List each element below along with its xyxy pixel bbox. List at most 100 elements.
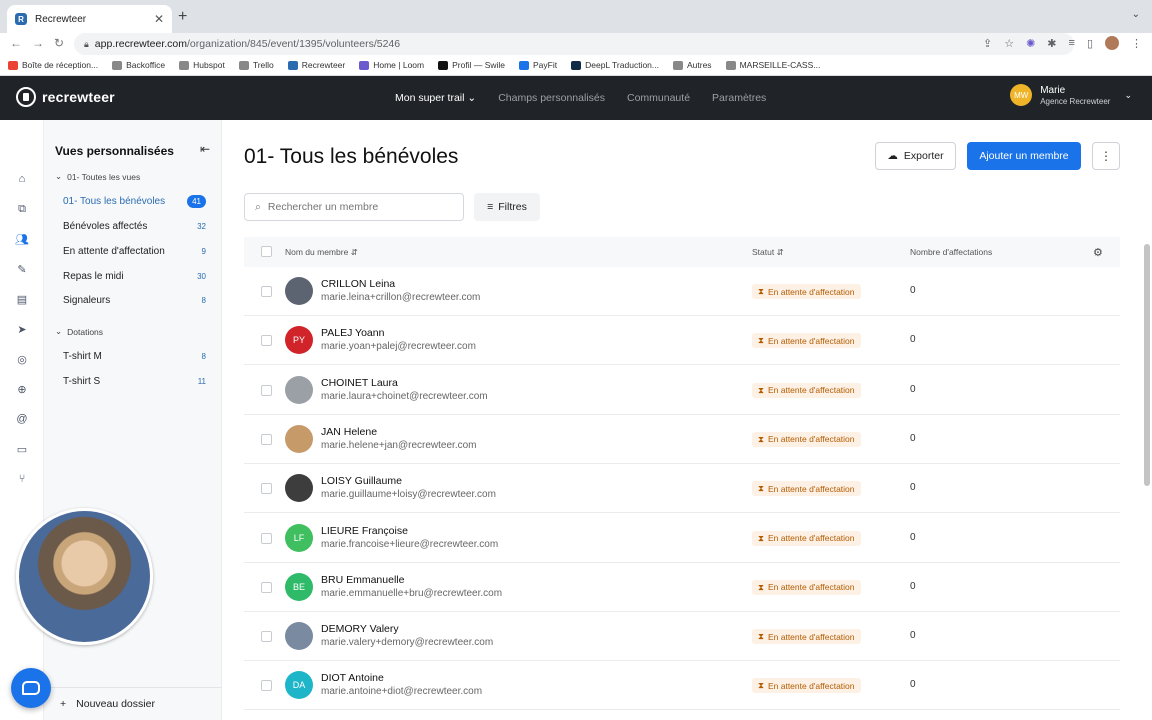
user-menu[interactable]: MW Marie Agence Recrewteer ⌄: [1010, 84, 1132, 106]
row-checkbox[interactable]: [261, 335, 272, 347]
export-button[interactable]: ☁ Exporter: [875, 142, 956, 170]
forward-icon[interactable]: →: [32, 36, 44, 50]
sidebar-item-tshirt-s[interactable]: T-shirt S 11: [50, 371, 210, 391]
extension-icon[interactable]: ✺: [1026, 37, 1035, 50]
bookmark-item[interactable]: Trello: [238, 60, 274, 70]
bookmark-item[interactable]: PayFit: [519, 60, 557, 70]
member-name[interactable]: LIEURE Françoise: [321, 525, 408, 537]
select-all-checkbox[interactable]: [261, 246, 272, 257]
sidebar-item-all-volunteers[interactable]: 01- Tous les bénévoles 41: [50, 191, 210, 211]
users-icon[interactable]: 👥︎: [14, 233, 30, 249]
sidebar-group-dotations[interactable]: ⌄ Dotations: [55, 326, 103, 337]
member-name[interactable]: CHOINET Laura: [321, 377, 398, 389]
bookmark-item[interactable]: DeepL Traduction...: [571, 60, 659, 70]
browser-tab[interactable]: R Recrewteer ✕: [7, 5, 172, 33]
sidebar-item-tshirt-m[interactable]: T-shirt M 8: [50, 346, 210, 366]
collapse-sidebar-icon[interactable]: ⇤: [200, 142, 210, 156]
table-row[interactable]: DA DIOT Antoine marie.antoine+diot@recrewt…: [244, 661, 1120, 711]
at-icon[interactable]: @: [14, 413, 30, 429]
member-name[interactable]: LOISY Guillaume: [321, 475, 402, 487]
column-settings-icon[interactable]: ⚙: [1093, 246, 1103, 259]
magic-wand-icon[interactable]: ✎: [14, 263, 30, 279]
new-tab-icon[interactable]: +: [178, 8, 187, 26]
member-name[interactable]: DIOT Antoine: [321, 672, 384, 684]
member-name[interactable]: PALEJ Yoann: [321, 327, 384, 339]
reload-icon[interactable]: ↻: [54, 36, 64, 50]
table-row[interactable]: CHOINET Laura marie.laura+choinet@recrewt…: [244, 366, 1120, 415]
close-tab-icon[interactable]: ✕: [154, 12, 164, 26]
table-row[interactable]: PY PALEJ Yoann marie.yoan+palej@recrewteer…: [244, 316, 1120, 366]
table-row[interactable]: CRILLON Leina marie.leina+crillon@recrewt…: [244, 267, 1120, 316]
avatar: [285, 622, 313, 651]
row-checkbox[interactable]: [261, 286, 272, 297]
share-icon[interactable]: ⇪: [983, 37, 992, 50]
bookmark-item[interactable]: Hubspot: [179, 60, 225, 70]
sidebar-item-assigned[interactable]: Bénévoles affectés 32: [50, 216, 210, 236]
sidebar-item-pending[interactable]: En attente d'affectation 9: [50, 241, 210, 261]
table-row[interactable]: LF LIEURE Françoise marie.francoise+lieure…: [244, 514, 1120, 563]
add-member-button[interactable]: Ajouter un membre: [967, 142, 1081, 170]
row-checkbox[interactable]: [261, 483, 272, 495]
member-email: marie.valery+demory@recrewteer.com: [321, 637, 494, 649]
member-name[interactable]: BRU Emmanuelle: [321, 574, 404, 586]
globe-icon[interactable]: ⊕: [14, 383, 30, 399]
member-name[interactable]: DEMORY Valery: [321, 623, 399, 635]
bookmark-item[interactable]: MARSEILLE-CASS...: [725, 60, 820, 70]
sidebar-item-lunch[interactable]: Repas le midi 30: [50, 266, 210, 286]
column-header-status[interactable]: Statut ⇵: [752, 247, 784, 258]
hourglass-icon: ⧗: [758, 384, 764, 395]
nav-custom-fields[interactable]: Champs personnalisés: [498, 92, 605, 104]
sitemap-icon[interactable]: ⧉: [14, 203, 30, 219]
table-row[interactable]: DEMORY Valery marie.valery+demory@recrewt…: [244, 612, 1120, 662]
sidebar-group-all-views[interactable]: ⌄ 01- Toutes les vues: [55, 171, 140, 182]
row-checkbox[interactable]: [261, 384, 272, 396]
status-badge: ⧗ En attente d'affectation: [752, 431, 861, 447]
bookmark-item[interactable]: Backoffice: [112, 60, 165, 70]
tab-title: Recrewteer: [35, 13, 87, 25]
back-icon[interactable]: ←: [10, 36, 22, 50]
url-bar[interactable]: 🔒︎ app.recrewteer.com/organization/845/e…: [74, 33, 1074, 55]
app-logo[interactable]: recrewteer: [16, 87, 115, 107]
filters-button[interactable]: ≡ Filtres: [474, 193, 540, 221]
nav-settings[interactable]: Paramètres: [712, 92, 766, 104]
profile-avatar[interactable]: [1105, 36, 1119, 50]
home-icon[interactable]: ⌂: [14, 173, 30, 189]
member-name[interactable]: CRILLON Leina: [321, 278, 395, 290]
member-name[interactable]: JAN Helene: [321, 426, 377, 438]
bookmark-icon: [359, 60, 370, 70]
bookmark-item[interactable]: Recrewteer: [287, 60, 345, 70]
search-input[interactable]: [267, 201, 438, 213]
tab-search-chevron-icon[interactable]: ⌄: [1132, 9, 1140, 20]
row-checkbox[interactable]: [261, 532, 272, 544]
row-checkbox[interactable]: [261, 631, 272, 643]
status-label: En attente d'affectation: [767, 533, 855, 543]
sidebar-item-marshals[interactable]: Signaleurs 8: [50, 290, 210, 310]
star-icon[interactable]: ☆: [1004, 37, 1014, 50]
bookmark-item[interactable]: Profil — Swile: [438, 60, 505, 70]
more-options-button[interactable]: ⋮: [1092, 142, 1120, 170]
sidepanel-icon[interactable]: ▯: [1087, 37, 1093, 50]
menu-dots-icon[interactable]: ⋮: [1131, 37, 1142, 50]
document-icon[interactable]: ▤: [14, 293, 30, 309]
table-row[interactable]: BE BRU Emmanuelle marie.emmanuelle+bru@rec…: [244, 563, 1120, 612]
puzzle-icon[interactable]: ✱: [1047, 37, 1056, 50]
row-checkbox[interactable]: [261, 680, 272, 692]
reading-list-icon[interactable]: ≡: [1069, 37, 1075, 49]
folder-icon[interactable]: ▭: [14, 443, 30, 459]
nav-event-selector[interactable]: Mon super trail ⌄: [395, 92, 476, 104]
nav-community[interactable]: Communauté: [627, 92, 690, 104]
table-row[interactable]: LOISY Guillaume marie.guillaume+loisy@rec…: [244, 464, 1120, 514]
bookmark-item[interactable]: Home | Loom: [359, 60, 424, 70]
branch-icon[interactable]: ⑂: [14, 473, 30, 489]
bookmark-item[interactable]: Autres: [672, 60, 712, 70]
check-circle-icon[interactable]: ◎: [14, 353, 30, 369]
row-checkbox[interactable]: [261, 581, 272, 593]
bookmark-item[interactable]: Boîte de réception...: [8, 60, 98, 70]
send-icon[interactable]: ➤: [14, 323, 30, 339]
column-header-name[interactable]: Nom du membre ⇵: [285, 247, 358, 258]
table-row[interactable]: JAN Helene marie.helene+jan@recrewteer.co…: [244, 415, 1120, 464]
row-checkbox[interactable]: [261, 433, 272, 445]
scrollbar[interactable]: [1144, 244, 1150, 486]
chat-launcher-button[interactable]: [11, 668, 51, 708]
new-folder-button[interactable]: + Nouveau dossier: [44, 687, 222, 720]
